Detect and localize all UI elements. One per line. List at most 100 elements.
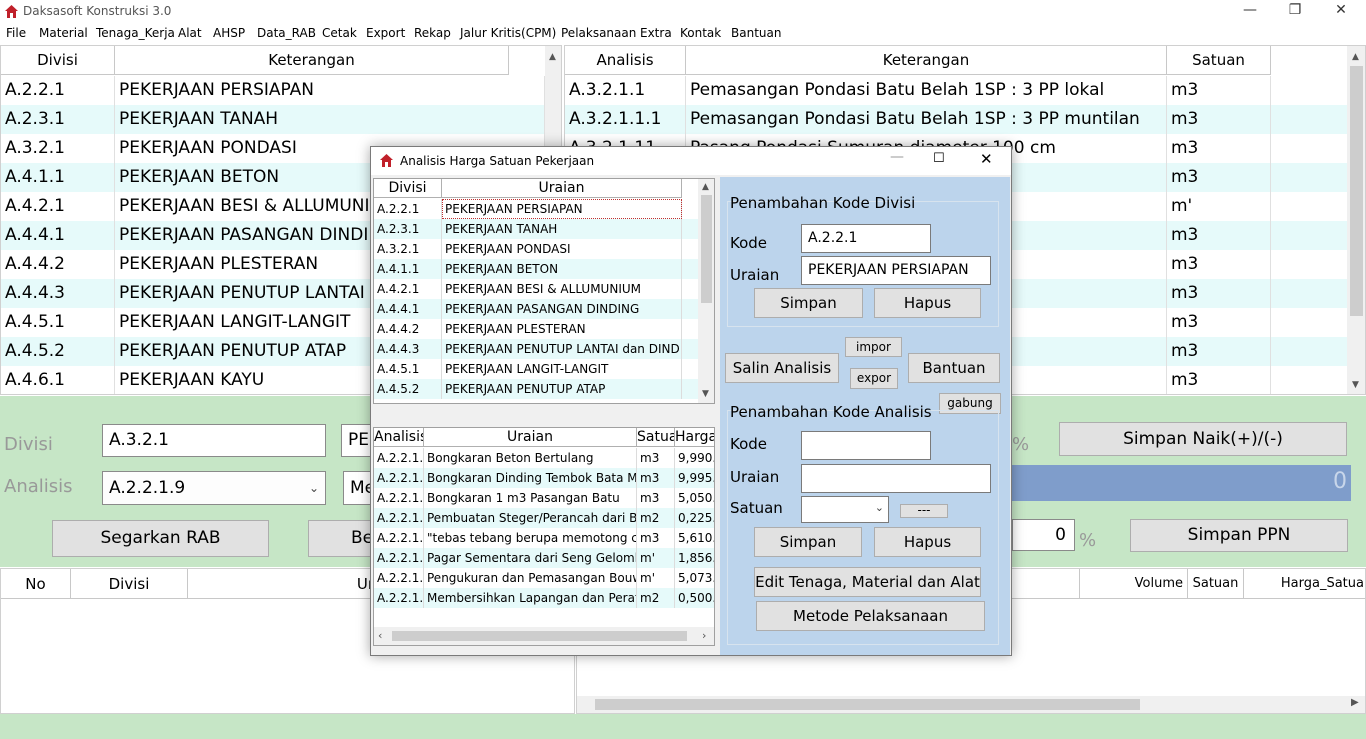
dialog-analisis-grid-cell-analisis: A.2.2.1.4 <box>374 568 424 588</box>
scroll-up-icon[interactable]: ▲ <box>702 182 709 192</box>
dialog-column-header-harga[interactable]: Harga <box>675 428 714 447</box>
close-icon[interactable]: ✕ <box>1329 2 1353 18</box>
menu-item-bantuan[interactable]: Bantuan <box>731 26 781 40</box>
dialog-analisis-grid-row[interactable]: A.2.2.1. "tebas tebang berupa memotong cm… <box>374 528 714 548</box>
column-header-analisis[interactable]: Analisis <box>565 46 686 75</box>
menu-item-material[interactable]: Material <box>39 26 88 40</box>
simpan-naik-button[interactable]: Simpan Naik(+)/(-) <box>1059 422 1347 456</box>
column-header-keterangan[interactable]: Keterangan <box>115 46 509 75</box>
chevron-down-icon[interactable]: ⌄ <box>875 501 884 514</box>
scroll-up-icon[interactable]: ▲ <box>1352 52 1359 62</box>
dialog-analisis-grid-row[interactable]: A.2.2.1.9Membersihkan Lapangan dan Perat… <box>374 588 714 608</box>
right-grid-scrollbar[interactable]: ▲ ▼ <box>1347 46 1365 394</box>
menu-item-ahsp[interactable]: AHSP <box>213 26 245 40</box>
dialog-divisi-grid-row[interactable]: A.2.3.1 PEKERJAAN TANAH <box>374 219 698 239</box>
satuan-select[interactable]: ⌄ <box>801 496 889 523</box>
analisis-grid-row[interactable]: A.3.2.1.1 Pemasangan Pondasi Batu Belah 1… <box>565 76 1347 105</box>
dialog-maximize-icon[interactable]: ☐ <box>933 151 945 166</box>
column-header-divisi[interactable]: Divisi <box>1 46 115 75</box>
divisi-input[interactable]: A.3.2.1 <box>102 424 326 457</box>
column-header-satuan-rab[interactable]: Satuan <box>1188 569 1244 599</box>
dialog-analisis-grid-row[interactable]: A.2.2.1. Pembuatan Steger/Perancah dari B… <box>374 508 714 528</box>
menu-item-jalur-kritis-cpm[interactable]: Jalur Kritis(CPM) <box>460 26 556 40</box>
menu-item-rekap[interactable]: Rekap <box>414 26 451 40</box>
simpan-ppn-button[interactable]: Simpan PPN <box>1130 519 1348 552</box>
scroll-thumb[interactable] <box>595 699 1140 710</box>
menu-item-data-rab[interactable]: Data_RAB <box>257 26 316 40</box>
menu-item-tenaga-kerja[interactable]: Tenaga_Kerja <box>96 26 175 40</box>
edit-tenaga-material-alat-button[interactable]: Edit Tenaga, Material dan Alat <box>754 567 981 597</box>
scroll-left-icon[interactable]: ‹ <box>378 629 382 642</box>
dialog-divisi-grid-row[interactable]: A.4.4.3 PEKERJAAN PENUTUP LANTAI dan DIND <box>374 339 698 359</box>
dialog-analisis-grid-cell-harga: 0,225.0 <box>675 508 714 528</box>
metode-pelaksanaan-button[interactable]: Metode Pelaksanaan <box>756 601 985 631</box>
dialog-divisi-grid-row[interactable]: A.4.5.2 PEKERJAAN PENUTUP ATAP <box>374 379 698 399</box>
dialog-analisis-grid-row[interactable]: A.2.2.1. Bongkaran 1 m3 Pasangan Batu m3 5,… <box>374 488 714 508</box>
dialog-divisi-grid-row[interactable]: A.4.1.1 PEKERJAAN BETON <box>374 259 698 279</box>
scroll-down-icon[interactable]: ▼ <box>702 389 709 399</box>
menu-item-pelaksanaan[interactable]: Pelaksanaan <box>561 26 636 40</box>
kode-analisis-input[interactable] <box>801 431 931 460</box>
column-header-volume[interactable]: Volume <box>1080 569 1188 599</box>
horizontal-scrollbar[interactable]: ▶ <box>577 696 1365 713</box>
dialog-analisis-grid-row[interactable]: A.2.2.1.4Pengukuran dan Pemasangan Bouwm… <box>374 568 714 588</box>
dialog-analisis-grid-row[interactable]: A.2.2.1. Bongkaran Dinding Tembok Bata Mm… <box>374 468 714 488</box>
dialog-minimize-icon[interactable]: — <box>890 149 904 165</box>
scroll-thumb[interactable] <box>392 631 687 641</box>
ppn-input[interactable]: 0 <box>1012 519 1075 551</box>
bantuan-button[interactable]: Bantuan <box>908 353 1000 383</box>
dialog-divisi-grid-row[interactable]: A.3.2.1 PEKERJAAN PONDASI <box>374 239 698 259</box>
dialog-analisis-grid-row[interactable]: A.2.2.1.2Pagar Sementara dari Seng Gelom… <box>374 548 714 568</box>
dialog-close-icon[interactable]: ✕ <box>980 150 993 168</box>
segarkan-rab-button[interactable]: Segarkan RAB <box>52 520 269 557</box>
menu-item-alat[interactable]: Alat <box>178 26 202 40</box>
menu-item-extra[interactable]: Extra <box>640 26 672 40</box>
dialog-divisi-grid-row[interactable]: A.4.2.1 PEKERJAAN BESI & ALLUMUNIUM <box>374 279 698 299</box>
dialog-column-header-analisis[interactable]: Analisis <box>374 428 424 447</box>
scroll-thumb[interactable] <box>1350 66 1363 316</box>
divisi-grid-row[interactable]: A.2.3.1 PEKERJAAN TANAH <box>1 105 545 134</box>
chevron-down-icon[interactable]: ⌄ <box>309 472 319 504</box>
dialog-divisi-grid-row[interactable]: A.4.5.1 PEKERJAAN LANGIT-LANGIT <box>374 359 698 379</box>
dialog-column-header-uraian[interactable]: Uraian <box>442 179 682 198</box>
dialog-column-header-satuan[interactable]: Satua <box>637 428 675 447</box>
column-header-keterangan-analisis[interactable]: Keterangan <box>686 46 1167 75</box>
dialog-divisi-scrollbar[interactable]: ▲ ▼ <box>698 179 714 403</box>
dialog-column-header-uraian-analisis[interactable]: Uraian <box>424 428 637 447</box>
column-header-no[interactable]: No <box>1 569 71 599</box>
expor-button[interactable]: expor <box>850 368 898 389</box>
kode-divisi-input[interactable]: A.2.2.1 <box>801 224 931 253</box>
menu-item-export[interactable]: Export <box>366 26 405 40</box>
scroll-right-icon[interactable]: ▶ <box>1351 697 1359 708</box>
analisis-grid-row[interactable]: A.3.2.1.1.1 Pemasangan Pondasi Batu Belah… <box>565 105 1347 134</box>
dialog-divisi-grid-row[interactable]: A.4.4.1 PEKERJAAN PASANGAN DINDING <box>374 299 698 319</box>
scroll-up-icon[interactable]: ▲ <box>549 52 556 62</box>
restore-icon[interactable]: ❐ <box>1283 2 1307 18</box>
simpan-analisis-button[interactable]: Simpan <box>754 527 862 557</box>
dialog-divisi-grid-row[interactable]: A.2.2.1 PEKERJAAN PERSIAPAN <box>374 199 698 219</box>
simpan-divisi-button[interactable]: Simpan <box>754 288 863 318</box>
hapus-analisis-button[interactable]: Hapus <box>874 527 981 557</box>
dialog-analisis-grid-row[interactable]: A.2.2.1. Bongkaran Beton Bertulang m3 9,990… <box>374 448 714 468</box>
column-header-harga-satuan[interactable]: Harga_Satua <box>1244 569 1365 599</box>
scroll-right-icon[interactable]: › <box>702 629 706 642</box>
dialog-divisi-grid-row[interactable]: A.4.4.2 PEKERJAAN PLESTERAN <box>374 319 698 339</box>
satuan-more-button[interactable]: --- <box>900 504 948 518</box>
dialog-horizontal-scrollbar[interactable]: ‹ › <box>374 627 714 645</box>
menu-item-kontak[interactable]: Kontak <box>680 26 721 40</box>
column-header-divisi-rab[interactable]: Divisi <box>71 569 188 599</box>
scroll-thumb[interactable] <box>701 195 712 303</box>
salin-analisis-button[interactable]: Salin Analisis <box>725 353 839 383</box>
impor-button[interactable]: impor <box>845 337 902 357</box>
minimize-icon[interactable]: — <box>1238 2 1262 18</box>
column-header-satuan[interactable]: Satuan <box>1167 46 1271 75</box>
divisi-grid-row[interactable]: A.2.2.1 PEKERJAAN PERSIAPAN <box>1 76 545 105</box>
scroll-down-icon[interactable]: ▼ <box>1352 380 1359 390</box>
hapus-divisi-button[interactable]: Hapus <box>874 288 981 318</box>
analisis-select[interactable]: A.2.2.1.9 ⌄ <box>102 471 326 505</box>
menu-item-cetak[interactable]: Cetak <box>322 26 357 40</box>
uraian-divisi-input[interactable]: PEKERJAAN PERSIAPAN <box>801 256 991 285</box>
uraian-analisis-input[interactable] <box>801 464 991 493</box>
menu-item-file[interactable]: File <box>6 26 26 40</box>
dialog-column-header-divisi[interactable]: Divisi <box>374 179 442 198</box>
